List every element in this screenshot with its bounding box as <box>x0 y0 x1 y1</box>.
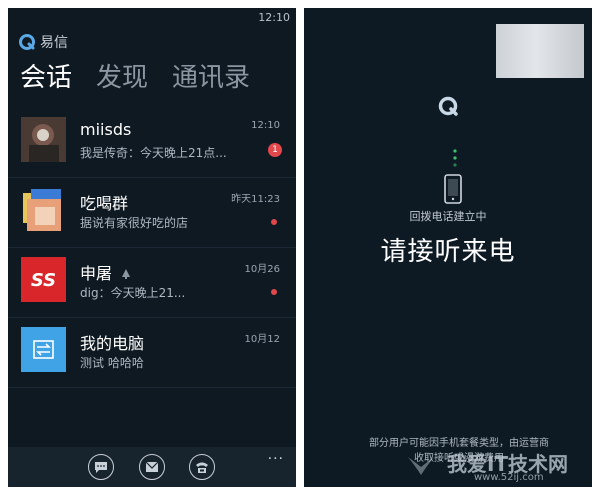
mail-icon <box>145 461 159 472</box>
status-bar-clock: 12:10 <box>258 11 290 24</box>
group-avatar <box>21 187 66 232</box>
ss-logo-avatar: SS <box>21 257 66 302</box>
conversation-list: miisds 我是传奇：今天晚上21点... 12:10 1 吃喝群 据说有家很… <box>8 108 296 388</box>
svg-text:SS: SS <box>31 270 56 291</box>
yixin-logo-icon <box>19 34 35 50</box>
unread-count-badge: 1 <box>268 143 282 157</box>
conversation-list-screen: 12:10 易信 会话 发现 通讯录 miisds 我是传奇：今天晚上21点..… <box>8 8 296 487</box>
conversation-time: 10月12 <box>244 334 280 345</box>
conversation-time: 10月26 <box>244 264 280 275</box>
connecting-dots-icon <box>453 149 457 167</box>
chat-bubble-icon <box>95 462 107 473</box>
unread-dot <box>271 289 277 295</box>
new-chat-button[interactable] <box>88 454 114 480</box>
muted-icon <box>122 269 131 279</box>
transfer-avatar <box>21 327 66 372</box>
tab-contacts[interactable]: 通讯录 <box>172 62 250 94</box>
app-bar: ... <box>8 447 296 487</box>
app-header: 易信 <box>18 32 68 52</box>
conversation-time: 昨天11:23 <box>231 194 280 205</box>
conversation-row[interactable]: miisds 我是传奇：今天晚上21点... 12:10 1 <box>8 108 296 178</box>
conversation-name: 吃喝群 <box>80 194 129 213</box>
mobile-phone-icon <box>444 174 462 204</box>
answer-call-prompt: 请接听来电 <box>380 237 516 267</box>
conversation-preview: 我是传奇：今天晚上21点... <box>80 146 227 160</box>
conversation-name: miisds <box>80 120 132 139</box>
tab-bar: 会话 发现 通讯录 <box>20 62 250 94</box>
call-button[interactable] <box>189 454 215 480</box>
conversation-name: 申屠 <box>80 260 132 284</box>
conversation-name: 我的电脑 <box>80 334 145 353</box>
tab-discover[interactable]: 发现 <box>96 62 148 94</box>
watermark-url: www.52ij.com <box>474 472 544 483</box>
tab-conversations[interactable]: 会话 <box>20 62 72 94</box>
photo-avatar <box>21 117 66 162</box>
unread-dot <box>271 219 277 225</box>
app-name: 易信 <box>40 35 68 51</box>
conversation-time: 12:10 <box>251 120 280 131</box>
yixin-logo-icon <box>438 96 458 116</box>
conversation-preview: 据说有家很好吃的店 <box>80 216 189 230</box>
message-button[interactable] <box>139 454 165 480</box>
conversation-row[interactable]: 吃喝群 据说有家很好吃的店 昨天11:23 <box>8 178 296 248</box>
phone-icon <box>196 462 208 473</box>
conversation-preview: 测试 哈哈哈 <box>80 356 144 370</box>
wings-watermark-icon <box>408 457 434 475</box>
conversation-row[interactable]: 我的电脑 测试 哈哈哈 10月12 <box>8 318 296 388</box>
blurred-contact-region <box>496 24 584 78</box>
more-options-button[interactable]: ... <box>268 447 284 463</box>
callback-status-text: 回拨电话建立中 <box>409 210 487 223</box>
conversation-preview: dig：今天晚上21... <box>80 286 186 300</box>
conversation-row[interactable]: SS 申屠 dig：今天晚上21... 10月26 <box>8 248 296 318</box>
callback-screen: 回拨电话建立中 请接听来电 部分用户可能因手机套餐类型，由运营商 收取接听或漫游… <box>304 8 592 487</box>
